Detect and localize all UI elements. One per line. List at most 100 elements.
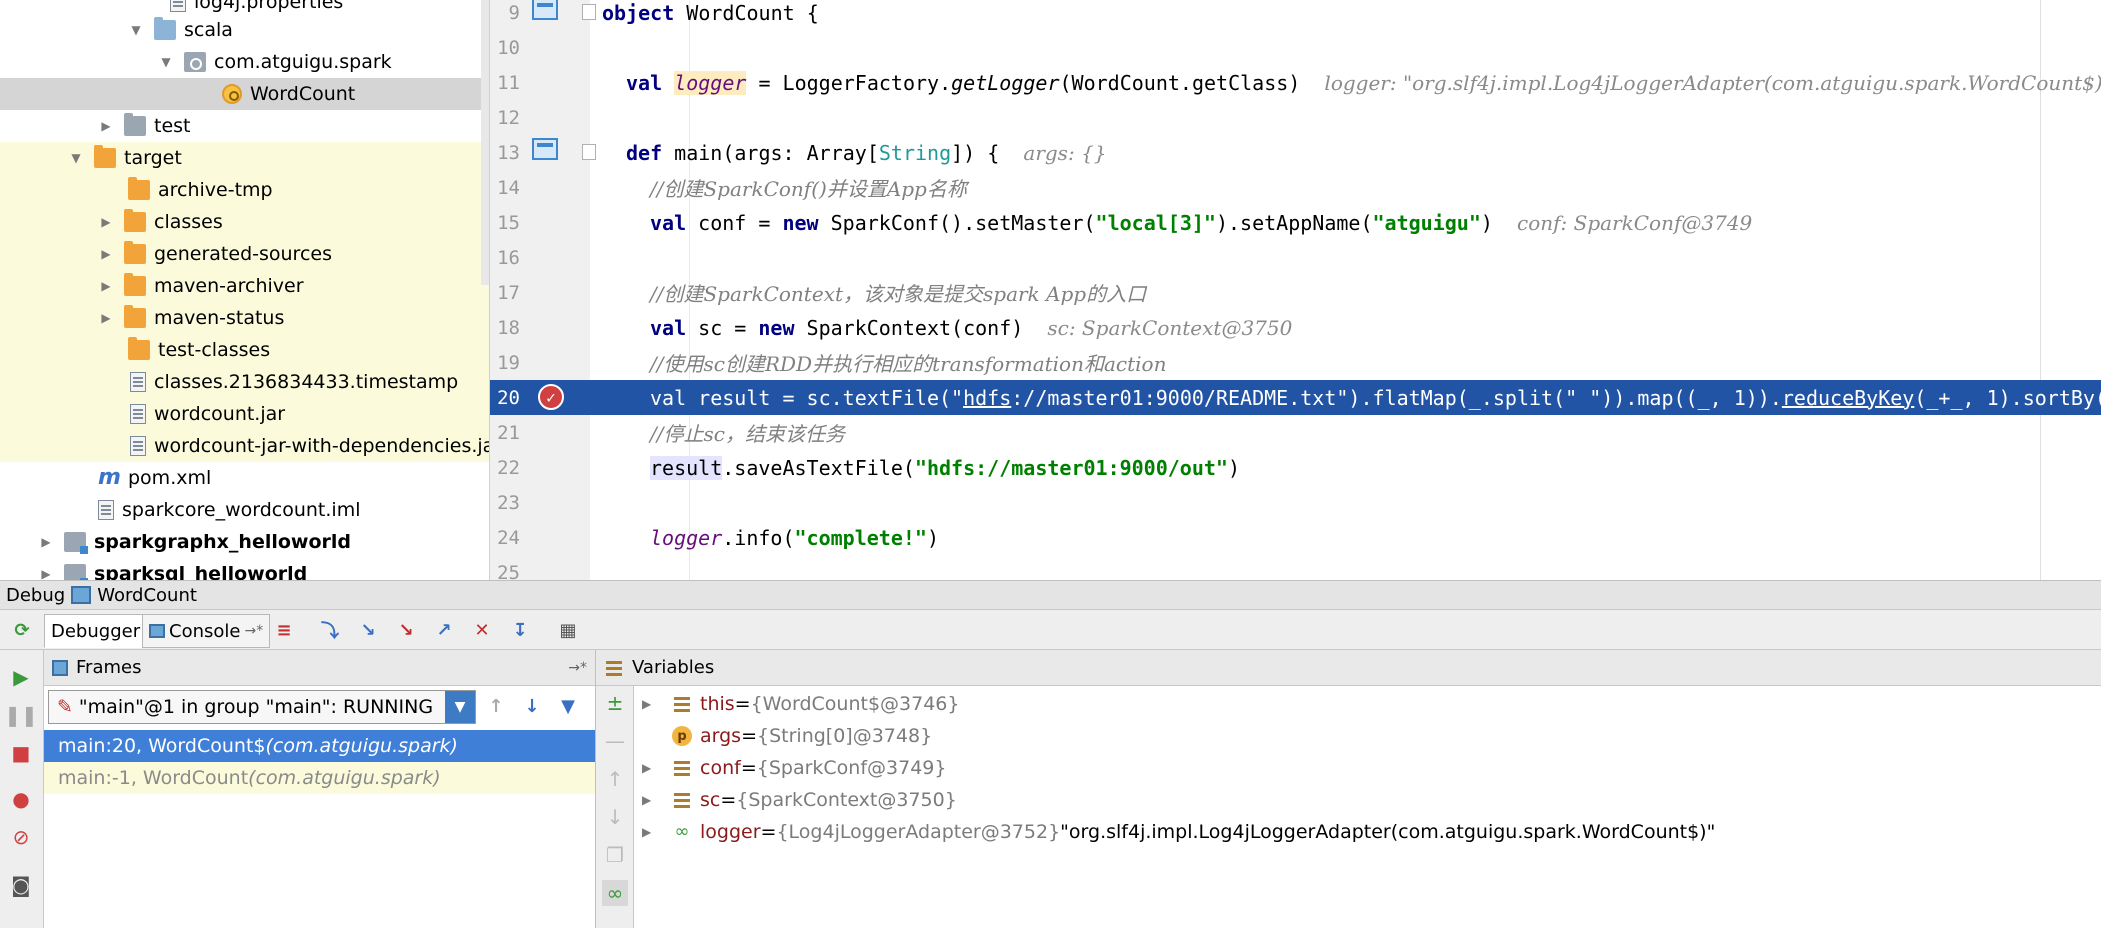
collapsed-arrow-icon[interactable]: ▶: [642, 825, 658, 839]
tree-item-wordcount-jar-deps[interactable]: wordcount-jar-with-dependencies.jar: [0, 430, 489, 462]
tree-item-scala[interactable]: ▼ scala: [0, 14, 489, 46]
view-breakpoints-icon[interactable]: ●: [8, 786, 34, 812]
variable-row[interactable]: ▶ ∞ logger = {Log4jLoggerAdapter@3752} "…: [634, 816, 1715, 848]
tree-item-wordcount[interactable]: WordCount: [0, 78, 489, 110]
collapsed-arrow-icon[interactable]: ▶: [98, 270, 114, 302]
collapsed-arrow-icon[interactable]: ▶: [98, 238, 114, 270]
show-execution-point-icon[interactable]: ≡: [272, 618, 296, 642]
variable-row[interactable]: ▶ sc = {SparkContext@3750}: [634, 784, 957, 816]
tree-item-label: log4j.properties: [194, 0, 344, 13]
tree-item-test[interactable]: ▶ test: [0, 110, 489, 142]
code-line-15[interactable]: 15 val conf = new SparkConf().setMaster(…: [490, 205, 2101, 240]
force-step-into-icon[interactable]: ↘: [394, 618, 418, 642]
variable-row[interactable]: ▶ conf = {SparkConf@3749}: [634, 752, 946, 784]
tree-item-pom[interactable]: m pom.xml: [0, 462, 489, 494]
tree-item-iml[interactable]: sparkcore_wordcount.iml: [0, 494, 489, 526]
new-watch-icon[interactable]: ±: [602, 690, 628, 716]
tab-debugger[interactable]: Debugger: [44, 614, 148, 648]
remove-watch-icon[interactable]: —: [602, 728, 628, 754]
code-line-18[interactable]: 18 val sc = new SparkContext(conf) sc: S…: [490, 310, 2101, 345]
code-line-10[interactable]: 10: [490, 30, 2101, 65]
tree-item-sparkgraphx[interactable]: ▶ sparkgraphx_helloworld: [0, 526, 489, 558]
step-into-icon[interactable]: ↘: [356, 618, 380, 642]
mute-breakpoints-icon[interactable]: ⊘: [8, 824, 34, 850]
code-line-16[interactable]: 16: [490, 240, 2101, 275]
expanded-arrow-icon[interactable]: ▼: [68, 142, 84, 174]
collapsed-arrow-icon[interactable]: ▶: [98, 206, 114, 238]
chevron-down-icon[interactable]: ▼: [445, 691, 475, 723]
tree-item-package[interactable]: ▼ com.atguigu.spark: [0, 46, 489, 78]
frame-row[interactable]: main:-1, WordCount (com.atguigu.spark): [44, 762, 595, 794]
previous-frame-icon[interactable]: ↑: [484, 694, 508, 718]
run-config-tab[interactable]: WordCount: [97, 585, 197, 606]
collapsed-arrow-icon[interactable]: ▶: [98, 302, 114, 334]
copy-icon[interactable]: ❐: [602, 842, 628, 868]
tree-item-maven-status[interactable]: ▶ maven-status: [0, 302, 489, 334]
rerun-icon[interactable]: ⟳: [10, 618, 34, 642]
collapsed-arrow-icon[interactable]: ▶: [642, 761, 658, 775]
code-line-12[interactable]: 12: [490, 100, 2101, 135]
breakpoint-icon[interactable]: ✓: [538, 384, 564, 410]
tree-item-target[interactable]: ▼ target: [0, 142, 489, 174]
line-number: 24: [497, 526, 520, 549]
code-line-20-current[interactable]: 20 ✓ val result = sc.textFile("hdfs://ma…: [490, 380, 2101, 415]
implementation-icon[interactable]: [532, 0, 558, 20]
pin-tab-icon[interactable]: →*: [244, 623, 263, 639]
tree-item-generated-sources[interactable]: ▶ generated-sources: [0, 238, 489, 270]
tree-item-timestamp[interactable]: classes.2136834433.timestamp: [0, 366, 489, 398]
show-watches-icon[interactable]: ∞: [602, 880, 628, 906]
tree-item-archive-tmp[interactable]: archive-tmp: [0, 174, 489, 206]
code-line-19[interactable]: 19 //使用sc创建RDD并执行相应的transformation和actio…: [490, 345, 2101, 380]
fold-icon[interactable]: [582, 144, 596, 160]
variable-row[interactable]: p args = {String[0]@3748}: [634, 720, 932, 752]
folder-icon: [94, 145, 116, 168]
line-number: 23: [497, 491, 520, 514]
step-out-icon[interactable]: ↗: [432, 618, 456, 642]
tab-console[interactable]: Console →*: [142, 614, 271, 648]
step-over-icon[interactable]: ⤵: [318, 618, 342, 642]
code-line-25[interactable]: 25: [490, 555, 2101, 581]
variable-row[interactable]: ▶ this = {WordCount$@3746}: [634, 688, 959, 720]
drop-frame-icon[interactable]: ✕: [470, 618, 494, 642]
variables-panel: Variables ± — ↑ ↓ ❐ ∞ ▶ this = {WordCoun…: [596, 650, 2101, 928]
run-to-cursor-icon[interactable]: ↧: [508, 618, 532, 642]
frame-row[interactable]: main:20, WordCount$ (com.atguigu.spark): [44, 730, 595, 762]
code-line-24[interactable]: 24 logger.info("complete!"): [490, 520, 2101, 555]
code-line-23[interactable]: 23: [490, 485, 2101, 520]
expanded-arrow-icon[interactable]: ▼: [158, 46, 174, 78]
collapsed-arrow-icon[interactable]: ▶: [38, 526, 54, 558]
collapsed-arrow-icon[interactable]: ▶: [642, 793, 658, 807]
tree-scrollbar[interactable]: [481, 0, 489, 285]
implementation-icon[interactable]: [532, 138, 558, 160]
next-frame-icon[interactable]: ↓: [520, 694, 544, 718]
tree-item-classes[interactable]: ▶ classes: [0, 206, 489, 238]
evaluate-expression-icon[interactable]: ▦: [556, 618, 580, 642]
move-up-icon[interactable]: ↑: [602, 766, 628, 792]
code-editor[interactable]: 9 object WordCount { 10 11 val logger = …: [490, 0, 2101, 580]
code-line-13[interactable]: 13 def main(args: Array[String]) { args:…: [490, 135, 2101, 170]
code-line-22[interactable]: 22 result.saveAsTextFile("hdfs://master0…: [490, 450, 2101, 485]
tree-item-maven-archiver[interactable]: ▶ maven-archiver: [0, 270, 489, 302]
pin-icon[interactable]: →*: [568, 660, 587, 676]
code-line-9[interactable]: 9 object WordCount {: [490, 0, 2101, 30]
tree-item-label: maven-status: [154, 307, 285, 329]
pause-icon[interactable]: ❚❚: [4, 702, 38, 728]
fold-icon[interactable]: [582, 4, 596, 20]
tree-item-sparksql[interactable]: ▶ sparksql_helloworld: [0, 558, 489, 580]
code-line-11[interactable]: 11 val logger = LoggerFactory.getLogger(…: [490, 65, 2101, 100]
code-line-21[interactable]: 21 //停止sc，结束该任务: [490, 415, 2101, 450]
code-line-14[interactable]: 14 //创建SparkConf()并设置App名称: [490, 170, 2101, 205]
tree-item-wordcount-jar[interactable]: wordcount.jar: [0, 398, 489, 430]
stop-icon[interactable]: ■: [8, 740, 34, 766]
collapsed-arrow-icon[interactable]: ▶: [642, 697, 658, 711]
collapsed-arrow-icon[interactable]: ▶: [38, 558, 54, 580]
expanded-arrow-icon[interactable]: ▼: [128, 14, 144, 46]
filter-icon[interactable]: ▼: [556, 694, 580, 718]
resume-icon[interactable]: ▶: [8, 664, 34, 690]
code-line-17[interactable]: 17 //创建SparkContext，该对象是提交spark App的入口: [490, 275, 2101, 310]
tree-item-test-classes[interactable]: test-classes: [0, 334, 489, 366]
thread-select[interactable]: ✎ "main"@1 in group "main": RUNNING ▼: [48, 690, 476, 724]
camera-icon[interactable]: ◙: [8, 872, 34, 898]
move-down-icon[interactable]: ↓: [602, 804, 628, 830]
collapsed-arrow-icon[interactable]: ▶: [98, 110, 114, 142]
